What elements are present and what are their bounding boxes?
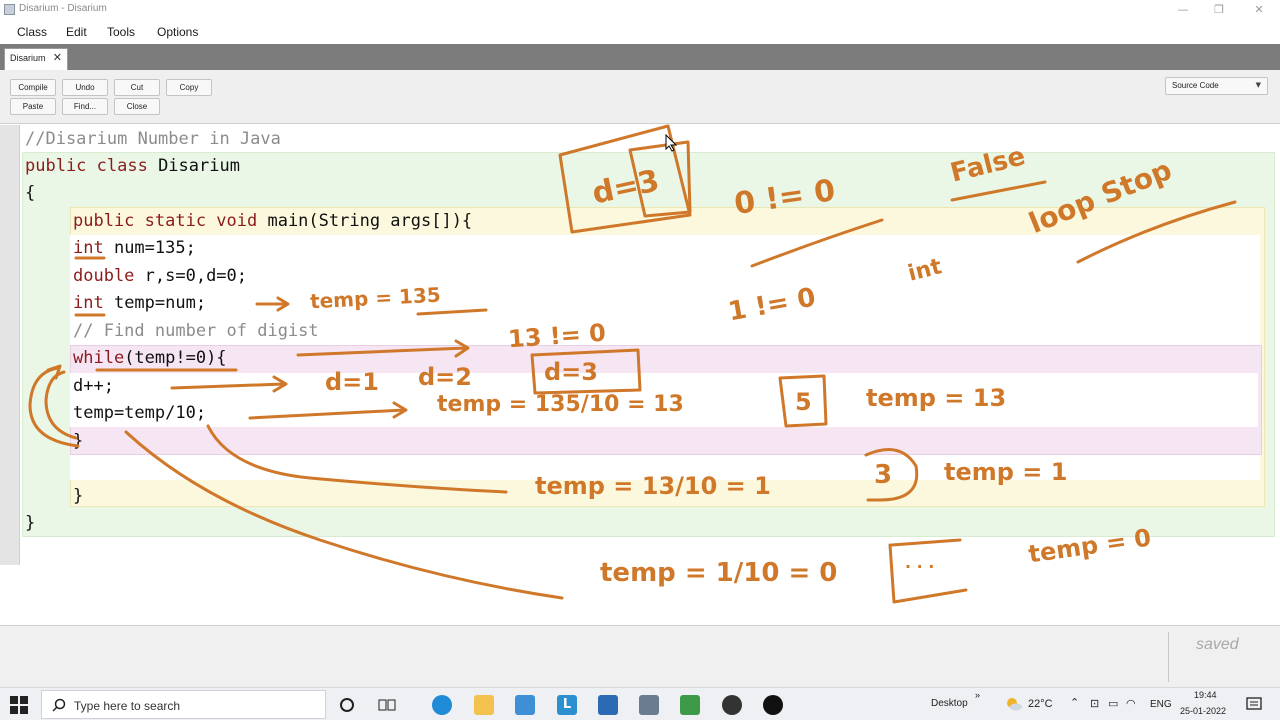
mail-icon[interactable]: [515, 695, 535, 715]
keyword: public static void: [73, 211, 258, 231]
keyword: int: [73, 238, 104, 258]
menu-class[interactable]: Class: [17, 25, 47, 39]
taskbar: Type here to search L Desktop » 22°C ⌃ ⊡…: [0, 687, 1280, 720]
tab-label: Disarium: [10, 53, 46, 63]
code-line-4: public static void main(String args[]){: [73, 211, 472, 231]
code-text: num=135;: [103, 238, 196, 258]
code-line-10: d++;: [73, 376, 114, 396]
code-line-2: public class Disarium: [25, 156, 240, 176]
code-line-1: //Disarium Number in Java: [25, 129, 281, 149]
wifi-icon[interactable]: ◠: [1126, 697, 1136, 710]
editor-gutter: [0, 125, 20, 565]
keyword: double: [73, 266, 135, 286]
code-editor[interactable]: //Disarium Number in Java public class D…: [0, 125, 1280, 625]
keyword: int: [73, 293, 104, 313]
network-icon[interactable]: ⊡: [1090, 697, 1099, 710]
view-select-label: Source Code: [1172, 81, 1219, 90]
weather-icon[interactable]: [1005, 697, 1023, 711]
bluej-icon[interactable]: [763, 695, 783, 715]
code-text: r,s=0,d=0;: [134, 266, 248, 286]
undo-button[interactable]: Undo: [62, 79, 108, 96]
copy-button[interactable]: Copy: [166, 79, 212, 96]
code-line-12: }: [73, 431, 84, 451]
clock-time[interactable]: 19:44: [1194, 690, 1217, 700]
app-icon: [4, 4, 15, 15]
maximize-icon[interactable]: ❐: [1200, 0, 1238, 20]
l-app-icon[interactable]: L: [557, 695, 577, 715]
minimize-icon[interactable]: —: [1164, 0, 1202, 20]
code-line-14: }: [25, 513, 36, 533]
tab-disarium[interactable]: Disarium ✕: [4, 48, 68, 70]
cut-button[interactable]: Cut: [114, 79, 160, 96]
windows-start-icon[interactable]: [10, 696, 28, 714]
spreadsheet-icon[interactable]: [680, 695, 700, 715]
cursor-icon: [665, 134, 678, 152]
close-icon[interactable]: ✕: [1240, 0, 1278, 20]
taskbar-search[interactable]: Type here to search: [41, 690, 326, 719]
code-line-13: }: [73, 486, 84, 506]
menu-options[interactable]: Options: [157, 25, 198, 39]
tab-close-icon[interactable]: ✕: [53, 51, 62, 64]
close-button[interactable]: Close: [114, 98, 160, 115]
file-explorer-icon[interactable]: [474, 695, 494, 715]
tab-strip: Disarium ✕: [0, 44, 1280, 70]
window-title: Disarium - Disarium: [19, 3, 107, 14]
language-indicator[interactable]: ENG: [1150, 699, 1172, 710]
status-divider: [1168, 632, 1169, 682]
code-line-8: // Find number of digist: [73, 321, 319, 341]
keyword: public class: [25, 156, 148, 176]
while-body-scope: [70, 373, 1258, 427]
battery-icon[interactable]: ▭: [1108, 697, 1118, 710]
code-line-6: double r,s=0,d=0;: [73, 266, 247, 286]
edge-icon[interactable]: [432, 695, 452, 715]
menu-bar: Class Edit Tools Options: [0, 20, 1280, 44]
view-select[interactable]: Source Code ▼: [1165, 77, 1268, 95]
code-text: main(String args[]){: [257, 211, 473, 231]
desktop-label[interactable]: Desktop: [931, 698, 968, 709]
title-bar: Disarium - Disarium — ❐ ✕: [0, 0, 1280, 20]
status-bar: saved: [0, 625, 1280, 687]
code-line-5: int num=135;: [73, 238, 196, 258]
task-view-icon[interactable]: [378, 697, 396, 713]
find-button[interactable]: Find...: [62, 98, 108, 115]
code-line-3: {: [25, 183, 36, 203]
menu-edit[interactable]: Edit: [66, 25, 87, 39]
clock-date[interactable]: 25-01-2022: [1180, 706, 1226, 716]
notification-icon[interactable]: [1246, 697, 1262, 711]
app-icon[interactable]: [639, 695, 659, 715]
temperature[interactable]: 22°C: [1028, 698, 1053, 710]
status-saved: saved: [1196, 636, 1239, 653]
code-text: Disarium: [147, 156, 240, 176]
toolbar: Compile Undo Cut Copy Paste Find... Clos…: [0, 70, 1280, 124]
search-icon: [52, 698, 66, 712]
code-text: temp=num;: [103, 293, 207, 313]
cortana-icon[interactable]: [339, 697, 355, 713]
store-icon[interactable]: [598, 695, 618, 715]
chevron-double-icon[interactable]: »: [975, 690, 980, 700]
search-placeholder: Type here to search: [74, 699, 181, 713]
chevron-up-icon[interactable]: ⌃: [1070, 696, 1079, 709]
compile-button[interactable]: Compile: [10, 79, 56, 96]
paste-button[interactable]: Paste: [10, 98, 56, 115]
code-line-7: int temp=num;: [73, 293, 206, 313]
keyword: while: [73, 348, 125, 368]
code-line-11: temp=temp/10;: [73, 403, 207, 423]
menu-tools[interactable]: Tools: [107, 25, 135, 39]
chevron-down-icon: ▼: [1255, 81, 1261, 89]
code-text: (temp!=0){: [124, 348, 227, 368]
code-line-9: while(temp!=0){: [73, 348, 227, 368]
obs-icon[interactable]: [722, 695, 742, 715]
